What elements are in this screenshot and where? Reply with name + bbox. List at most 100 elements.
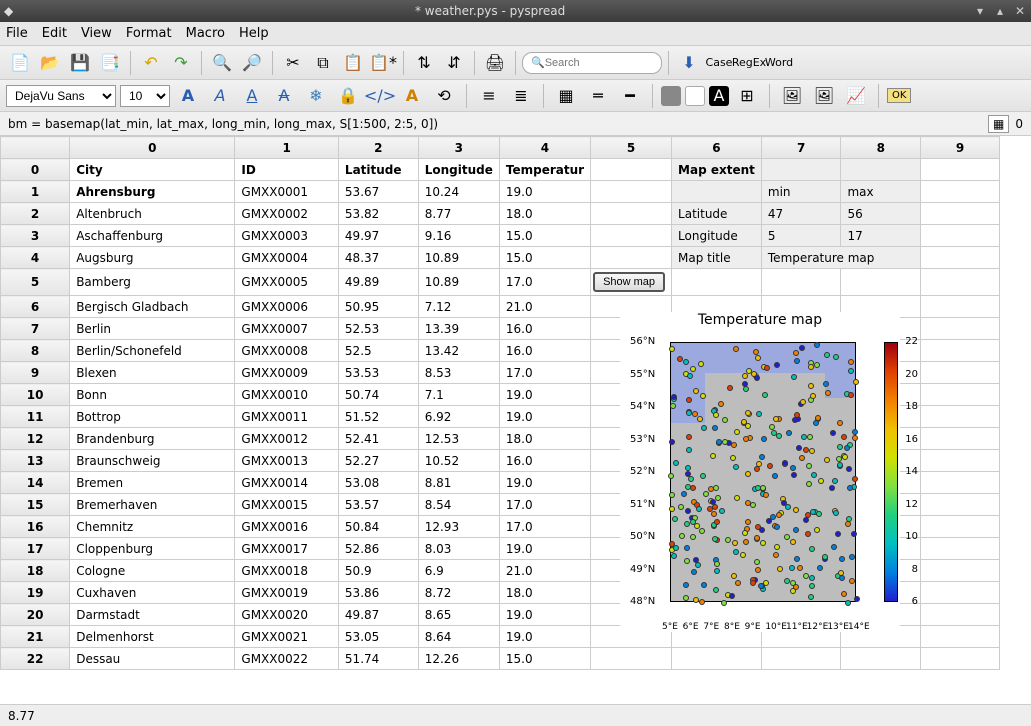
cell[interactable]: 7.12: [418, 296, 499, 318]
cell[interactable]: [591, 225, 672, 247]
search-box[interactable]: 🔍: [522, 52, 662, 74]
rotate-icon[interactable]: ⟲: [430, 82, 458, 110]
cell[interactable]: [921, 538, 1000, 560]
cell[interactable]: [591, 648, 672, 670]
menu-file[interactable]: File: [6, 26, 28, 41]
row-header[interactable]: 6: [1, 296, 70, 318]
cell[interactable]: 16.0: [499, 340, 590, 362]
cell[interactable]: 13.39: [418, 318, 499, 340]
paste-icon[interactable]: 📋: [339, 49, 367, 77]
row-header[interactable]: 4: [1, 247, 70, 269]
cell[interactable]: max: [841, 181, 921, 203]
cell[interactable]: GMXX0009: [235, 362, 339, 384]
cell[interactable]: 18.0: [499, 582, 590, 604]
cell[interactable]: 15.0: [499, 247, 590, 269]
cell[interactable]: Dessau: [70, 648, 235, 670]
cell[interactable]: 49.97: [338, 225, 418, 247]
cell[interactable]: 49.87: [338, 604, 418, 626]
row-header[interactable]: 20: [1, 604, 70, 626]
cell[interactable]: 10.89: [418, 247, 499, 269]
cell[interactable]: Latitude: [338, 159, 418, 181]
bold-icon[interactable]: A: [174, 82, 202, 110]
cell[interactable]: Map title: [672, 247, 762, 269]
col-header[interactable]: 4: [499, 137, 590, 159]
maximize-icon[interactable]: ▴: [993, 4, 1007, 18]
cell[interactable]: [591, 203, 672, 225]
cell[interactable]: GMXX0020: [235, 604, 339, 626]
cell[interactable]: GMXX0010: [235, 384, 339, 406]
menu-help[interactable]: Help: [239, 26, 269, 41]
code-icon[interactable]: </>: [366, 82, 394, 110]
cell[interactable]: [921, 648, 1000, 670]
cell[interactable]: 12.26: [418, 648, 499, 670]
cell[interactable]: [921, 384, 1000, 406]
cell[interactable]: Cologne: [70, 560, 235, 582]
cell[interactable]: 51.74: [338, 648, 418, 670]
row-header[interactable]: 2: [1, 203, 70, 225]
cell[interactable]: Bremen: [70, 472, 235, 494]
cell[interactable]: 19.0: [499, 472, 590, 494]
cell[interactable]: 6.92: [418, 406, 499, 428]
row-header[interactable]: 12: [1, 428, 70, 450]
cell[interactable]: 19.0: [499, 181, 590, 203]
cell[interactable]: 19.0: [499, 406, 590, 428]
cell[interactable]: 48.37: [338, 247, 418, 269]
cell[interactable]: 10.52: [418, 450, 499, 472]
chart-icon-3[interactable]: 📈: [842, 82, 870, 110]
chart-icon-2[interactable]: 🖼: [810, 82, 838, 110]
cell[interactable]: [761, 648, 841, 670]
minimize-icon[interactable]: ▾: [973, 4, 987, 18]
row-header[interactable]: 3: [1, 225, 70, 247]
cell[interactable]: [591, 247, 672, 269]
cell[interactable]: 52.5: [338, 340, 418, 362]
cell[interactable]: GMXX0019: [235, 582, 339, 604]
cell[interactable]: [921, 269, 1000, 296]
cell[interactable]: GMXX0014: [235, 472, 339, 494]
menu-macro[interactable]: Macro: [186, 26, 225, 41]
strike-icon[interactable]: A: [270, 82, 298, 110]
opt-word[interactable]: Word: [765, 49, 793, 77]
cell[interactable]: 50.74: [338, 384, 418, 406]
undo-icon[interactable]: ↶: [137, 49, 165, 77]
cell[interactable]: 50.9: [338, 560, 418, 582]
cell[interactable]: Brandenburg: [70, 428, 235, 450]
cell[interactable]: 17.0: [499, 516, 590, 538]
cell[interactable]: 19.0: [499, 384, 590, 406]
cell[interactable]: 56: [841, 203, 921, 225]
arrow-down-icon[interactable]: ⬇: [675, 49, 703, 77]
cell[interactable]: 8.64: [418, 626, 499, 648]
chart-icon-1[interactable]: 🖼: [778, 82, 806, 110]
row-header[interactable]: 18: [1, 560, 70, 582]
sort-desc-icon[interactable]: ⇵: [440, 49, 468, 77]
cell[interactable]: 50.95: [338, 296, 418, 318]
underline-icon[interactable]: A: [238, 82, 266, 110]
cell[interactable]: 12.53: [418, 428, 499, 450]
cell[interactable]: GMXX0001: [235, 181, 339, 203]
cell[interactable]: 49.89: [338, 269, 418, 296]
cell[interactable]: 52.41: [338, 428, 418, 450]
cell[interactable]: 15.0: [499, 225, 590, 247]
cell[interactable]: 18.0: [499, 428, 590, 450]
find-icon[interactable]: 🔍: [208, 49, 236, 77]
cell[interactable]: GMXX0022: [235, 648, 339, 670]
cell[interactable]: [921, 362, 1000, 384]
row-header[interactable]: 10: [1, 384, 70, 406]
cell[interactable]: 8.72: [418, 582, 499, 604]
find-replace-icon[interactable]: 🔎: [238, 49, 266, 77]
cell[interactable]: GMXX0004: [235, 247, 339, 269]
align-left-icon[interactable]: ≡: [475, 82, 503, 110]
open-icon[interactable]: 📂: [36, 49, 64, 77]
cell[interactable]: 17.0: [499, 362, 590, 384]
cell[interactable]: 17: [841, 225, 921, 247]
cell[interactable]: [921, 450, 1000, 472]
col-header[interactable]: 9: [921, 137, 1000, 159]
corner-cell[interactable]: [1, 137, 70, 159]
cell[interactable]: 19.0: [499, 604, 590, 626]
cell[interactable]: [921, 582, 1000, 604]
show-map-button[interactable]: Show map: [593, 272, 665, 292]
cell[interactable]: 16.0: [499, 318, 590, 340]
row-header[interactable]: 16: [1, 516, 70, 538]
col-header[interactable]: 1: [235, 137, 339, 159]
cell[interactable]: [921, 560, 1000, 582]
align-center-icon[interactable]: ≣: [507, 82, 535, 110]
